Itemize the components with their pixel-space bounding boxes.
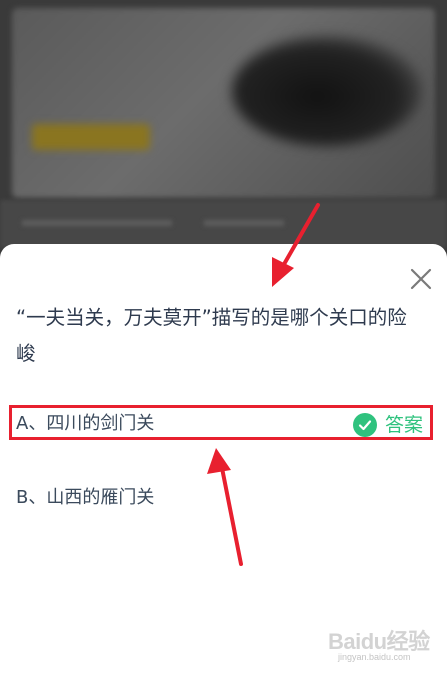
background-image [232,36,422,146]
watermark: Baidu经验 jingyan.baidu.com [328,622,440,668]
watermark-url: jingyan.baidu.com [338,652,411,662]
highlight-box [9,405,433,440]
background-text [204,220,284,226]
close-icon [410,268,432,290]
option-b[interactable]: B、山西的雁门关 [16,484,426,512]
background-button [32,124,150,150]
blurred-background [0,0,447,270]
question-text: “一夫当关，万夫莫开”描写的是哪个关口的险峻 [16,306,407,365]
close-button[interactable] [405,265,437,293]
screen: “一夫当关，万夫莫开”描写的是哪个关口的险峻 A、四川的剑门关 答案 B、山西的… [0,0,447,676]
background-text [22,220,172,226]
